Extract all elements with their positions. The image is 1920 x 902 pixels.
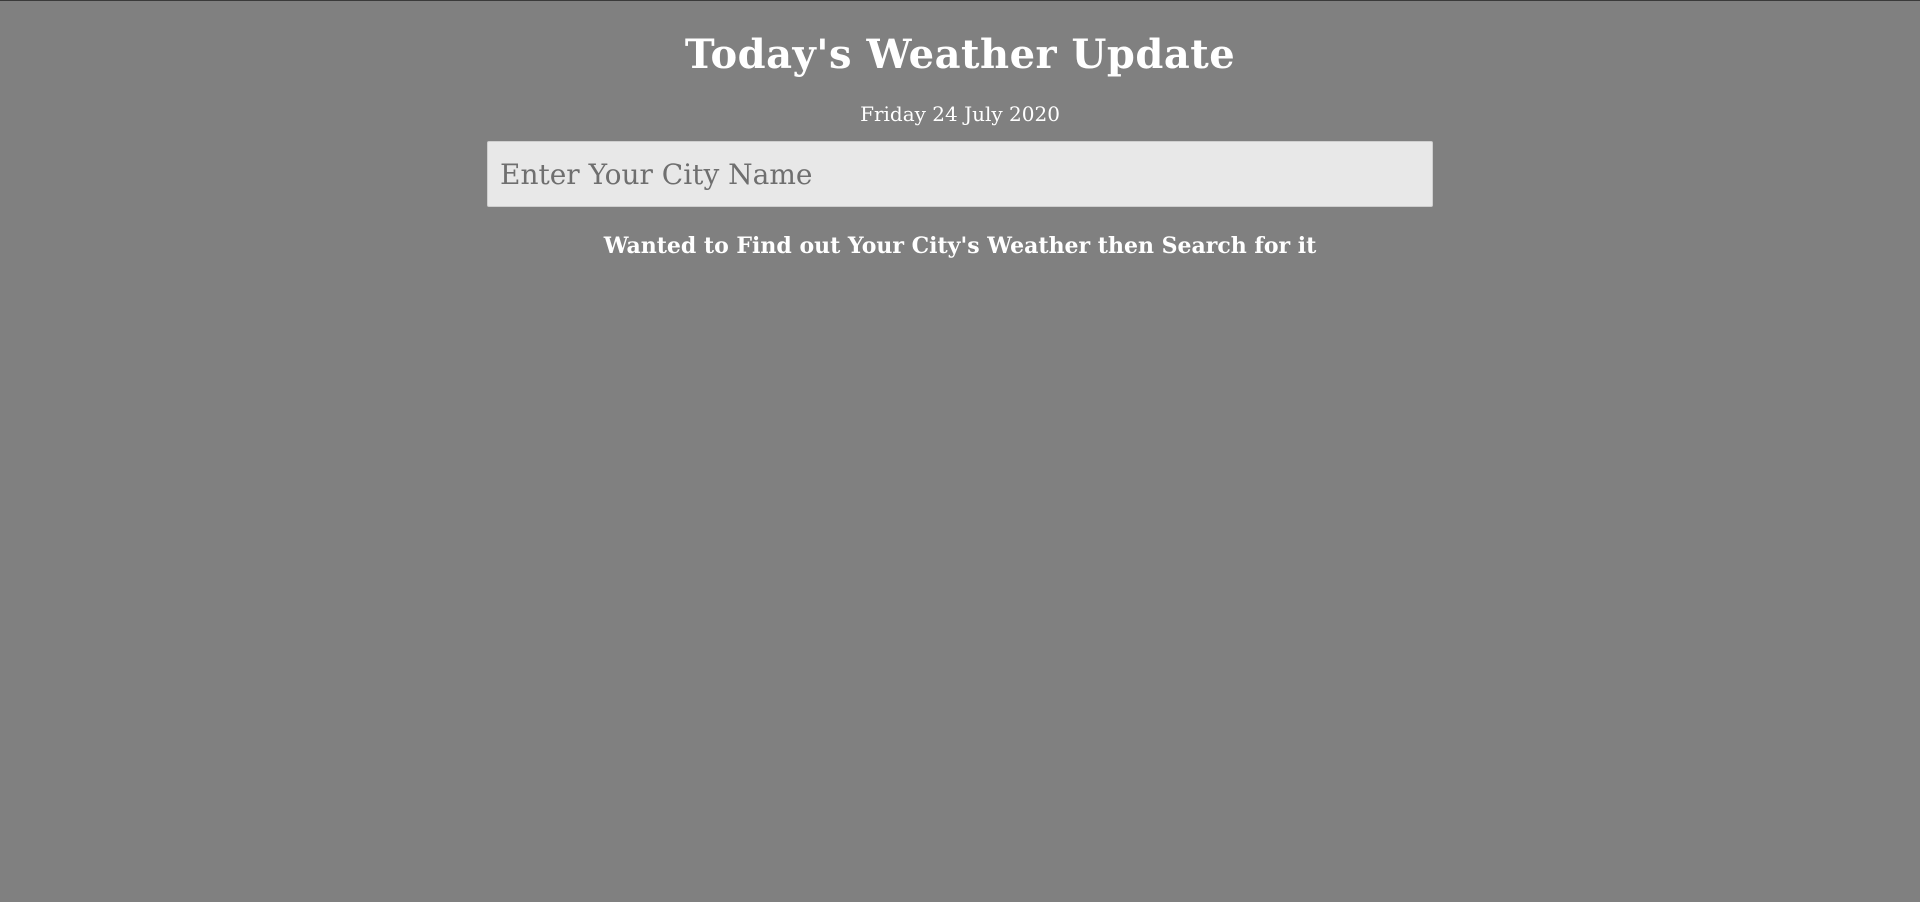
page-title: Today's Weather Update bbox=[684, 31, 1236, 78]
current-date: Friday 24 July 2020 bbox=[860, 102, 1060, 126]
weather-app: Today's Weather Update Friday 24 July 20… bbox=[0, 1, 1920, 261]
city-search-input[interactable] bbox=[487, 141, 1433, 207]
search-container bbox=[487, 141, 1433, 207]
search-hint: Wanted to Find out Your City's Weather t… bbox=[603, 233, 1317, 259]
